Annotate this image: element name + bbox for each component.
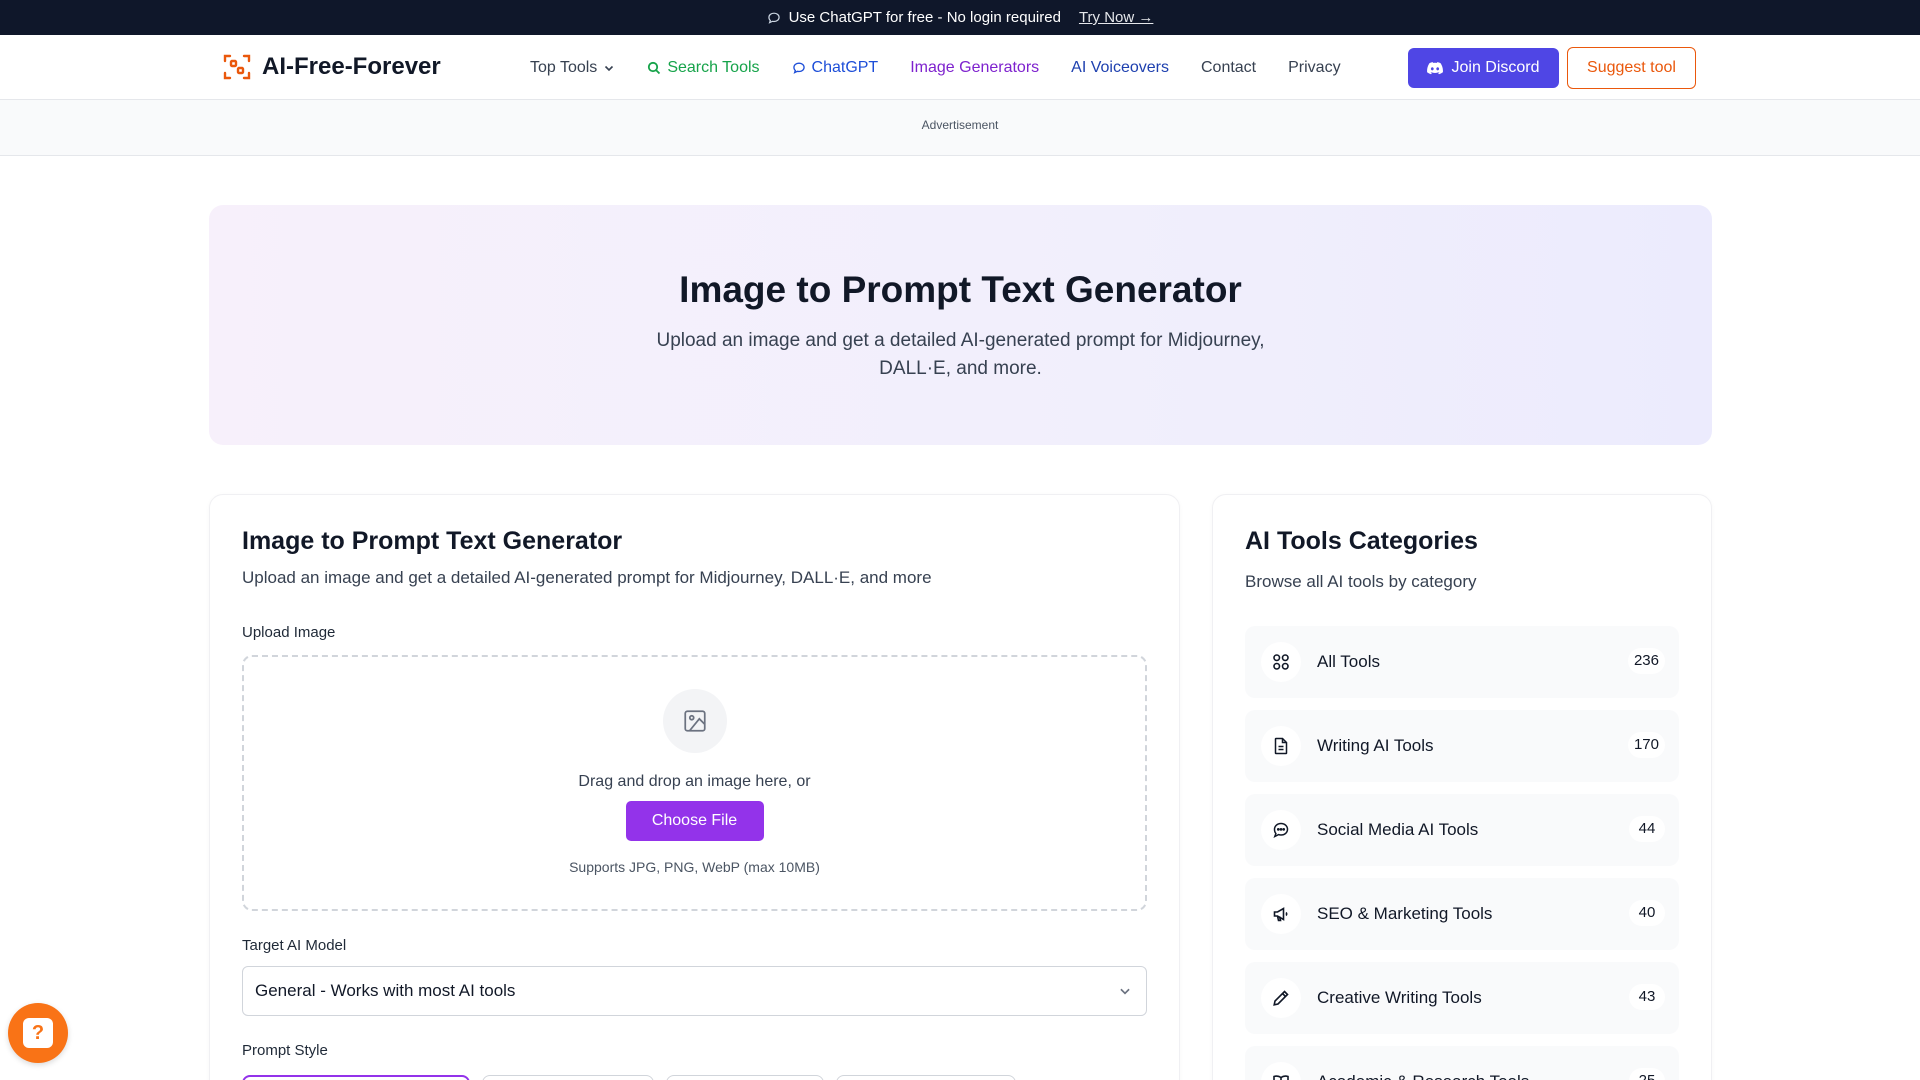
prompt-style-option[interactable] xyxy=(666,1075,824,1080)
category-name: SEO & Marketing Tools xyxy=(1317,904,1493,923)
category-creative-writing-tools[interactable]: Creative Writing Tools 43 xyxy=(1245,962,1679,1034)
join-discord-button[interactable]: Join Discord xyxy=(1408,48,1559,88)
choose-file-button[interactable]: Choose File xyxy=(625,801,764,841)
nav-ai-voiceovers[interactable]: AI Voiceovers xyxy=(1071,59,1169,77)
sidebar-subtitle: Browse all AI tools by category xyxy=(1245,572,1477,591)
category-count: 170 xyxy=(1627,732,1665,758)
tool-card: Image to Prompt Text Generator Upload an… xyxy=(209,494,1180,1080)
help-icon: ? xyxy=(23,1018,53,1048)
hero-title: Image to Prompt Text Generator xyxy=(679,269,1242,310)
nav-chatgpt[interactable]: ChatGPT xyxy=(792,58,879,77)
chat-bubble-icon xyxy=(1261,810,1301,850)
category-count: 43 xyxy=(1629,984,1665,1010)
main-nav: AI-Free-Forever Top Tools Search Tools C… xyxy=(0,35,1920,100)
pencil-icon xyxy=(1261,978,1301,1018)
nav-contact[interactable]: Contact xyxy=(1201,59,1256,77)
nav-ai-voiceovers-label: AI Voiceovers xyxy=(1071,58,1169,76)
category-social-media-ai-tools[interactable]: Social Media AI Tools 44 xyxy=(1245,794,1679,866)
prompt-style-options xyxy=(242,1075,1147,1080)
target-model-label: Target AI Model xyxy=(242,937,347,954)
help-button[interactable]: ? xyxy=(8,1003,68,1063)
category-name: Creative Writing Tools xyxy=(1317,988,1482,1007)
tool-subtitle: Upload an image and get a detailed AI-ge… xyxy=(242,568,932,587)
category-name: Writing AI Tools xyxy=(1317,736,1434,755)
prompt-style-label: Prompt Style xyxy=(242,1042,328,1059)
try-now-link[interactable]: Try Now → xyxy=(1079,9,1153,26)
hero-subtitle: Upload an image and get a detailed AI-ge… xyxy=(656,330,1265,379)
category-seo-marketing-tools[interactable]: SEO & Marketing Tools 40 xyxy=(1245,878,1679,950)
target-model-value: General - Works with most AI tools xyxy=(255,981,516,1000)
category-all-tools[interactable]: All Tools 236 xyxy=(1245,626,1679,698)
upload-label: Upload Image xyxy=(242,624,336,641)
chat-bubble-icon xyxy=(767,12,780,24)
grid-icon xyxy=(1261,642,1301,682)
prompt-style-option[interactable] xyxy=(482,1075,654,1080)
nav-chatgpt-label: ChatGPT xyxy=(811,58,879,76)
top-banner: Use ChatGPT for free - No login required… xyxy=(0,0,1920,35)
nav-top-tools[interactable]: Top Tools xyxy=(530,59,615,77)
banner-text: Use ChatGPT for free - No login required xyxy=(788,9,1061,26)
brand-logo-icon xyxy=(223,54,251,80)
tool-title: Image to Prompt Text Generator xyxy=(242,527,623,555)
prompt-style-option[interactable] xyxy=(836,1075,1016,1080)
search-icon xyxy=(648,61,661,74)
target-model-select[interactable]: General - Works with most AI tools xyxy=(242,966,1147,1016)
category-count: 25 xyxy=(1629,1068,1665,1080)
drop-hint: Supports JPG, PNG, WebP (max 10MB) xyxy=(569,859,820,875)
categories-sidebar: AI Tools Categories Browse all AI tools … xyxy=(1212,494,1712,1080)
prompt-style-option[interactable] xyxy=(242,1075,470,1080)
category-count: 236 xyxy=(1627,648,1665,674)
ad-strip: Advertisement xyxy=(0,100,1920,156)
sidebar-title: AI Tools Categories xyxy=(1245,527,1478,555)
document-icon xyxy=(1261,726,1301,766)
category-count: 44 xyxy=(1629,816,1665,842)
nav-image-generators[interactable]: Image Generators xyxy=(910,59,1039,77)
category-academic-research-tools[interactable]: Academic & Research Tools 25 xyxy=(1245,1046,1679,1080)
category-name: All Tools xyxy=(1317,652,1380,671)
nav-links: Top Tools Search Tools ChatGPT Image Gen… xyxy=(530,35,1373,100)
megaphone-icon xyxy=(1261,894,1301,934)
category-name: Social Media AI Tools xyxy=(1317,820,1479,839)
brand-logo[interactable]: AI-Free-Forever xyxy=(222,52,441,82)
discord-icon xyxy=(1427,61,1444,74)
image-dropzone[interactable]: Drag and drop an image here, or Choose F… xyxy=(242,655,1147,911)
drop-text: Drag and drop an image here, or xyxy=(578,773,811,790)
drop-icon-wrap xyxy=(662,689,727,753)
nav-search-tools[interactable]: Search Tools xyxy=(647,58,760,77)
chevron-down-icon xyxy=(605,65,614,71)
join-discord-label: Join Discord xyxy=(1451,59,1540,76)
brand-name: AI-Free-Forever xyxy=(262,53,441,80)
hero-section: Image to Prompt Text Generator Upload an… xyxy=(209,205,1712,445)
chat-bubble-icon xyxy=(792,62,805,74)
nav-privacy-label: Privacy xyxy=(1288,58,1341,76)
category-name: Academic & Research Tools xyxy=(1317,1072,1529,1080)
nav-image-generators-label: Image Generators xyxy=(910,58,1040,76)
category-writing-ai-tools[interactable]: Writing AI Tools 170 xyxy=(1245,710,1679,782)
ad-label: Advertisement xyxy=(921,118,999,132)
suggest-tool-button[interactable]: Suggest tool xyxy=(1567,47,1696,89)
nav-contact-label: Contact xyxy=(1200,58,1257,76)
suggest-tool-label: Suggest tool xyxy=(1587,59,1676,76)
chevron-down-icon xyxy=(1120,988,1130,995)
nav-search-tools-label: Search Tools xyxy=(667,58,760,76)
book-icon xyxy=(1261,1062,1301,1080)
nav-top-tools-label: Top Tools xyxy=(530,58,598,76)
category-list: All Tools 236 Writing AI Tools 170 Socia… xyxy=(1245,626,1679,1080)
nav-privacy[interactable]: Privacy xyxy=(1288,59,1340,77)
category-count: 40 xyxy=(1629,900,1665,926)
image-icon xyxy=(683,710,706,732)
